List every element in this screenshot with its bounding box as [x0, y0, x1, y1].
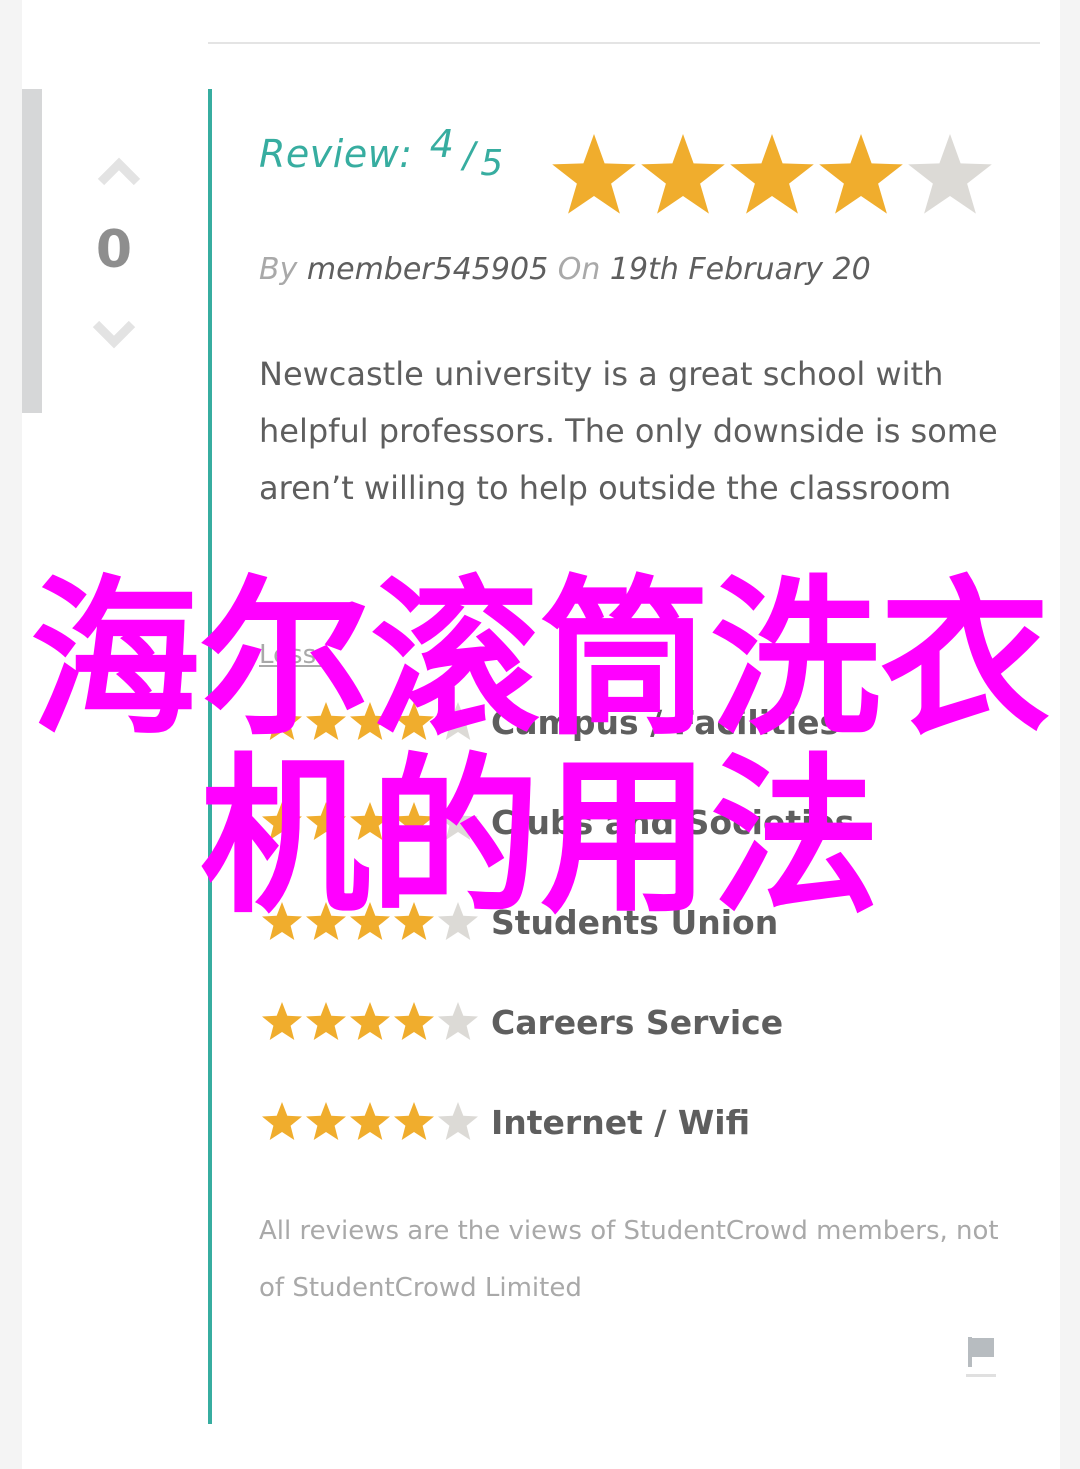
by-label: By — [259, 252, 298, 287]
star-empty-icon — [438, 1102, 478, 1140]
star-filled-icon — [306, 702, 346, 740]
category-stars — [262, 1102, 478, 1140]
star-empty-icon — [438, 1002, 478, 1040]
review-author: member545905 — [306, 252, 549, 287]
star-filled-icon — [350, 902, 390, 940]
star-empty-icon — [438, 702, 478, 740]
category-stars — [262, 802, 478, 840]
star-filled-icon — [819, 134, 903, 214]
star-filled-icon — [350, 802, 390, 840]
disclaimer: All reviews are the views of StudentCrow… — [259, 1216, 999, 1303]
review-max: 5 — [480, 143, 504, 184]
star-filled-icon — [394, 1002, 434, 1040]
star-filled-icon — [350, 1102, 390, 1140]
star-filled-icon — [350, 702, 390, 740]
category-name: Students Union — [491, 903, 779, 942]
review-label: Review: — [259, 132, 413, 176]
flag-icon — [966, 1337, 996, 1377]
vote-sidebar-bar — [22, 89, 42, 413]
star-empty-icon — [908, 134, 992, 214]
category-stars — [262, 702, 478, 740]
star-filled-icon — [306, 902, 346, 940]
category-stars — [262, 902, 478, 940]
report-flag-button[interactable] — [962, 1333, 1000, 1379]
star-filled-icon — [262, 1102, 302, 1140]
star-filled-icon — [306, 1102, 346, 1140]
star-filled-icon — [262, 802, 302, 840]
review-heading: Review: 4 / 5 — [259, 122, 503, 184]
vote-count: 0 — [95, 220, 133, 280]
review-stars-svg — [552, 134, 992, 214]
star-filled-icon — [641, 134, 725, 214]
star-filled-icon — [262, 1002, 302, 1040]
review-star-rating — [548, 132, 998, 220]
chevron-up-icon — [97, 157, 141, 186]
star-filled-icon — [306, 802, 346, 840]
category-stars — [262, 1002, 478, 1040]
review-slash: / — [462, 135, 476, 176]
top-divider — [208, 42, 1040, 44]
star-filled-icon — [552, 134, 636, 214]
star-filled-icon — [262, 902, 302, 940]
star-filled-icon — [394, 902, 434, 940]
star-filled-icon — [394, 802, 434, 840]
review-accent-line — [208, 89, 212, 1424]
review-body: Newcastle university is a great school w… — [259, 355, 998, 507]
review-date: 19th February 20 — [609, 252, 871, 287]
star-filled-icon — [394, 702, 434, 740]
review-score: 4 — [429, 122, 454, 166]
star-filled-icon — [730, 134, 814, 214]
star-empty-icon — [438, 802, 478, 840]
category-name: Careers Service — [491, 1003, 784, 1042]
downvote-button[interactable] — [92, 316, 136, 356]
star-filled-icon — [350, 1002, 390, 1040]
upvote-button[interactable] — [97, 150, 141, 190]
star-filled-icon — [394, 1102, 434, 1140]
star-filled-icon — [306, 1002, 346, 1040]
chevron-down-icon — [92, 320, 136, 349]
star-empty-icon — [438, 902, 478, 940]
category-name: Clubs and Societies — [491, 803, 855, 842]
category-name: Campus / Facilities — [491, 703, 840, 742]
category-name: Internet / Wifi — [491, 1103, 751, 1142]
less-link[interactable]: Less... — [259, 640, 341, 670]
on-label: On — [557, 252, 601, 287]
review-byline: By member545905 On 19th February 20 — [259, 252, 871, 287]
star-filled-icon — [262, 702, 302, 740]
